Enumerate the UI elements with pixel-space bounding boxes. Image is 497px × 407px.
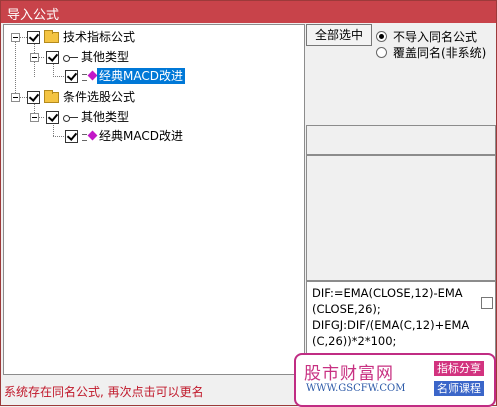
radio-no-import[interactable]: 不导入同名公式 bbox=[376, 28, 477, 44]
node-checkbox[interactable] bbox=[27, 91, 40, 104]
watermark-tag-share: 指标分享 bbox=[434, 361, 484, 376]
options-panel: 全部选中 不导入同名公式 覆盖同名(非系统) DIF:=EMA(CLOSE,12… bbox=[306, 24, 496, 375]
watermark-url: WWW.GSCFW.COM bbox=[306, 383, 406, 394]
name-field[interactable] bbox=[306, 125, 496, 155]
tree-node-other-type[interactable]: 其他类型 bbox=[81, 109, 129, 125]
tree-connector bbox=[15, 41, 16, 97]
key-icon bbox=[63, 53, 79, 63]
description-area[interactable] bbox=[306, 155, 496, 281]
radio-indicator[interactable] bbox=[376, 30, 387, 42]
node-checkbox[interactable] bbox=[46, 51, 59, 64]
window-title: 导入公式 bbox=[7, 8, 60, 23]
code-text: DIF:=EMA(CLOSE,12)-EMA(CLOSE,26); DIFGJ:… bbox=[312, 286, 470, 348]
tree-connector bbox=[53, 136, 64, 137]
tree-node-stock-selection-formulas[interactable]: 条件选股公式 bbox=[63, 89, 135, 105]
preview-checkbox[interactable] bbox=[481, 297, 493, 309]
node-checkbox[interactable] bbox=[65, 70, 78, 83]
formula-icon bbox=[82, 70, 98, 81]
tree-node-macd-formula[interactable]: 经典MACD改进 bbox=[99, 128, 183, 144]
key-icon bbox=[63, 113, 79, 123]
watermark-title: 股市财富网 bbox=[304, 364, 394, 384]
select-all-button[interactable]: 全部选中 bbox=[306, 24, 372, 46]
status-message: 系统存在同名公式, 再次点击可以更名 bbox=[4, 385, 204, 399]
collapse-toggle[interactable] bbox=[11, 33, 20, 42]
title-bar: 导入公式 bbox=[1, 1, 496, 23]
import-formula-dialog: 导入公式 技术指标公式 其他类型 经典MACD改进 条件选股公式 其他类型 经典… bbox=[0, 0, 497, 407]
collapse-toggle[interactable] bbox=[30, 53, 39, 62]
node-checkbox[interactable] bbox=[27, 31, 40, 44]
tree-node-indicator-formulas[interactable]: 技术指标公式 bbox=[63, 29, 135, 45]
formula-icon bbox=[82, 130, 98, 141]
collapse-toggle[interactable] bbox=[11, 93, 20, 102]
folder-icon bbox=[44, 30, 59, 43]
collapse-toggle[interactable] bbox=[30, 113, 39, 122]
watermark-tag-course: 名师课程 bbox=[434, 381, 484, 396]
radio-overwrite-label: 覆盖同名(非系统) bbox=[393, 45, 487, 60]
node-checkbox[interactable] bbox=[46, 111, 59, 124]
tree-connector bbox=[53, 76, 64, 77]
site-watermark: 股市财富网 WWW.GSCFW.COM 指标分享 名师课程 bbox=[294, 353, 496, 407]
formula-tree[interactable]: 技术指标公式 其他类型 经典MACD改进 条件选股公式 其他类型 经典MACD改… bbox=[3, 24, 305, 375]
tree-node-other-type[interactable]: 其他类型 bbox=[81, 49, 129, 65]
tree-node-macd-formula[interactable]: 经典MACD改进 bbox=[97, 68, 185, 84]
radio-indicator[interactable] bbox=[376, 46, 387, 58]
node-checkbox[interactable] bbox=[65, 130, 78, 143]
radio-no-import-label: 不导入同名公式 bbox=[393, 29, 478, 44]
radio-overwrite[interactable]: 覆盖同名(非系统) bbox=[376, 44, 486, 60]
folder-icon bbox=[44, 90, 59, 103]
